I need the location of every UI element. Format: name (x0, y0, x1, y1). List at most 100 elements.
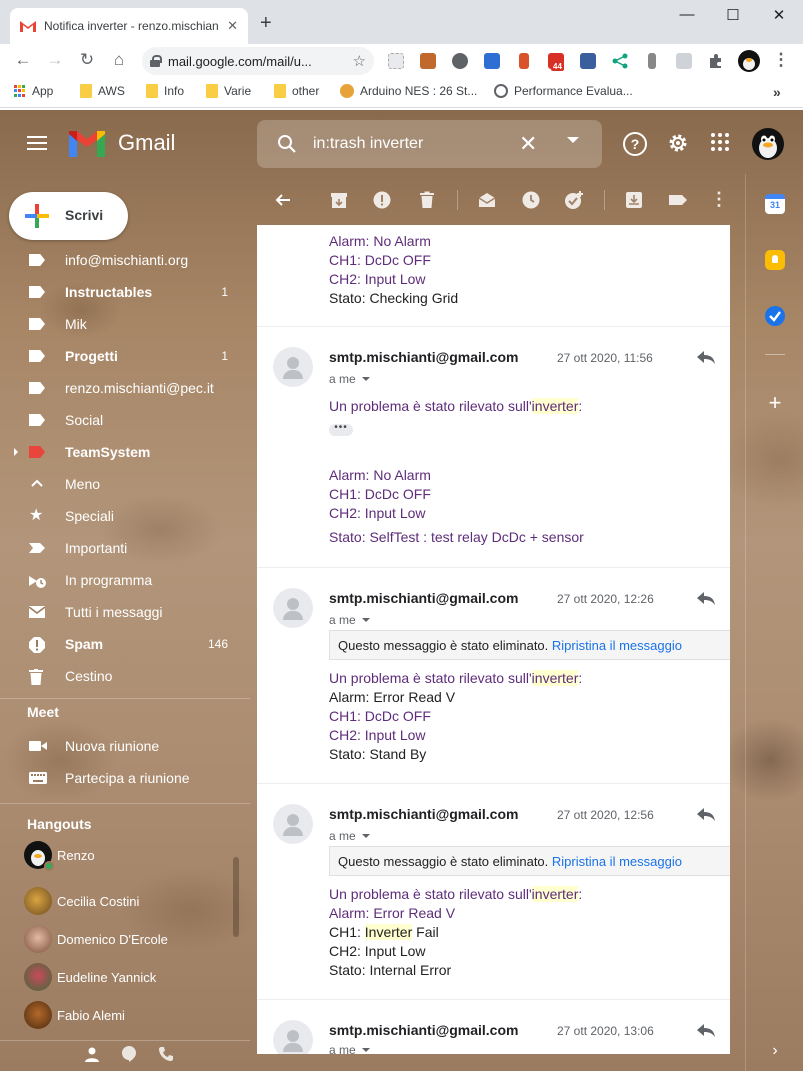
bookmark-other[interactable]: other (274, 84, 319, 98)
sidebar-item-mik[interactable]: Mik (0, 308, 250, 340)
sidebar-item-progetti[interactable]: Progetti 1 (0, 340, 250, 372)
bookmark-aws[interactable]: AWS (80, 84, 125, 98)
reply-icon[interactable] (697, 351, 717, 367)
hangout-contact[interactable]: Fabio Alemi (0, 999, 250, 1035)
settings-gear-icon[interactable] (666, 132, 690, 156)
reload-icon[interactable]: ↻ (76, 50, 98, 70)
meet-join-meeting[interactable]: Partecipa a riunione (0, 762, 250, 794)
hangout-contact[interactable]: Renzo (0, 839, 250, 875)
browser-tab[interactable]: Notifica inverter - renzo.mischian ✕ (10, 8, 248, 44)
maximize-button[interactable]: ☐ (722, 6, 744, 24)
forward-arrow-icon[interactable]: → (44, 50, 66, 70)
extension-icon[interactable] (484, 53, 500, 69)
search-bar[interactable]: in:trash inverter ✕ (257, 120, 602, 168)
extensions-puzzle-icon[interactable] (708, 53, 724, 69)
tab-close-icon[interactable]: ✕ (227, 18, 238, 34)
show-trimmed-content-button[interactable]: ••• (329, 423, 353, 436)
search-options-icon[interactable] (567, 137, 579, 143)
sidebar-item-meno[interactable]: Meno (0, 468, 250, 500)
reply-icon[interactable] (697, 808, 717, 824)
contacts-person-icon[interactable] (82, 1046, 102, 1066)
hangout-contact[interactable]: Cecilia Costini (0, 885, 250, 921)
new-tab-button[interactable]: + (260, 12, 272, 35)
extension-icon[interactable] (388, 53, 404, 69)
labels-icon[interactable] (668, 190, 688, 210)
snooze-clock-icon[interactable] (521, 190, 541, 210)
bookmark-info[interactable]: Info (146, 84, 184, 98)
search-input[interactable]: in:trash inverter (313, 135, 423, 153)
close-window-button[interactable]: ✕ (768, 6, 790, 24)
sidebar-item-in-programma[interactable]: In programma (0, 564, 250, 596)
home-icon[interactable]: ⌂ (108, 50, 130, 70)
message-item[interactable]: smtp.mischianti@gmail.com 27 ott 2020, 1… (257, 1000, 730, 1054)
sidebar-item-importanti[interactable]: Importanti (0, 532, 250, 564)
extension-icon[interactable] (580, 53, 596, 69)
restore-message-link[interactable]: Ripristina il messaggio (552, 854, 682, 869)
reply-icon[interactable] (697, 1024, 717, 1040)
back-arrow-icon[interactable]: ← (12, 50, 34, 70)
sidebar-item-social[interactable]: Social (0, 404, 250, 436)
main-menu-icon[interactable] (27, 136, 47, 150)
calendar-icon[interactable]: 31 (765, 194, 785, 214)
sidebar-scrollbar[interactable] (233, 857, 239, 937)
sidebar-item-teamsystem[interactable]: TeamSystem (0, 436, 250, 468)
more-options-icon[interactable]: ⋮ (709, 190, 729, 210)
bookmark-star-icon[interactable]: ☆ (353, 52, 366, 70)
message-item[interactable]: smtp.mischianti@gmail.com 27 ott 2020, 1… (257, 327, 730, 568)
gmail-checker-icon[interactable]: 44 (548, 53, 564, 71)
minimize-button[interactable]: — (676, 6, 698, 23)
extension-icon[interactable] (676, 53, 692, 69)
sidebar-item-cestino[interactable]: Cestino (0, 660, 250, 692)
sidebar-item-speciali[interactable]: ★ Speciali (0, 500, 250, 532)
account-avatar[interactable] (752, 128, 784, 160)
help-icon[interactable]: ? (623, 132, 647, 156)
restore-message-link[interactable]: Ripristina il messaggio (552, 638, 682, 653)
recipient-toggle[interactable]: a me (329, 1043, 370, 1054)
recipient-toggle[interactable]: a me (329, 829, 370, 843)
add-addon-plus-icon[interactable]: + (765, 392, 785, 414)
reply-icon[interactable] (697, 592, 717, 608)
browser-menu-icon[interactable]: ⋮ (770, 50, 792, 70)
sidebar-item-tutti-i-messaggi[interactable]: Tutti i messaggi (0, 596, 250, 628)
bookmark-performance[interactable]: Performance Evalua... (494, 84, 633, 98)
recipient-toggle[interactable]: a me (329, 613, 370, 627)
archive-icon[interactable] (329, 190, 349, 210)
bookmark-varie[interactable]: Varie (206, 84, 251, 98)
extension-icon[interactable] (452, 53, 468, 69)
phone-icon[interactable] (156, 1046, 176, 1066)
sidebar-item-instructables[interactable]: Instructables 1 (0, 276, 250, 308)
sidebar-item-info-mischianti[interactable]: info@mischianti.org (0, 244, 250, 276)
extension-icon[interactable] (420, 53, 436, 69)
tasks-icon[interactable] (765, 306, 785, 326)
clear-search-icon[interactable]: ✕ (519, 131, 537, 157)
bookmarks-overflow-button[interactable]: » (773, 84, 781, 100)
meet-new-meeting[interactable]: Nuova riunione (0, 730, 250, 762)
hangout-contact[interactable]: Domenico D'Ercole (0, 923, 250, 959)
recipient-toggle[interactable]: a me (329, 372, 370, 386)
report-spam-icon[interactable] (372, 190, 392, 210)
mark-as-read-icon[interactable] (477, 190, 497, 210)
search-icon[interactable] (277, 134, 297, 154)
hangout-contact[interactable]: Eudeline Yannick (0, 961, 250, 997)
sidebar-item-pec[interactable]: renzo.mischianti@pec.it (0, 372, 250, 404)
expand-panel-chevron-icon[interactable]: › (765, 1042, 785, 1062)
expand-arrow-icon[interactable] (14, 448, 18, 456)
message-partial[interactable]: Alarm: No Alarm CH1: DcDc OFF CH2: Input… (257, 225, 730, 327)
message-item[interactable]: smtp.mischianti@gmail.com 27 ott 2020, 1… (257, 568, 730, 784)
google-apps-icon[interactable] (708, 132, 732, 156)
back-to-list-icon[interactable] (273, 190, 293, 210)
bookmark-arduino[interactable]: Arduino NES : 26 St... (340, 84, 477, 98)
extension-icon[interactable] (648, 53, 656, 69)
move-to-icon[interactable] (624, 190, 644, 210)
delete-icon[interactable] (417, 190, 437, 210)
extension-icon[interactable] (519, 53, 529, 69)
keep-icon[interactable] (765, 250, 785, 270)
gmail-logo-icon[interactable] (69, 131, 105, 157)
sidebar-item-spam[interactable]: Spam 146 (0, 628, 250, 660)
hangouts-chat-icon[interactable] (119, 1046, 139, 1066)
profile-avatar[interactable] (738, 50, 760, 72)
message-item[interactable]: smtp.mischianti@gmail.com 27 ott 2020, 1… (257, 784, 730, 1000)
share-icon[interactable] (612, 53, 628, 69)
bookmark-apps[interactable]: App (14, 84, 53, 98)
compose-button[interactable]: Scrivi (9, 192, 128, 240)
